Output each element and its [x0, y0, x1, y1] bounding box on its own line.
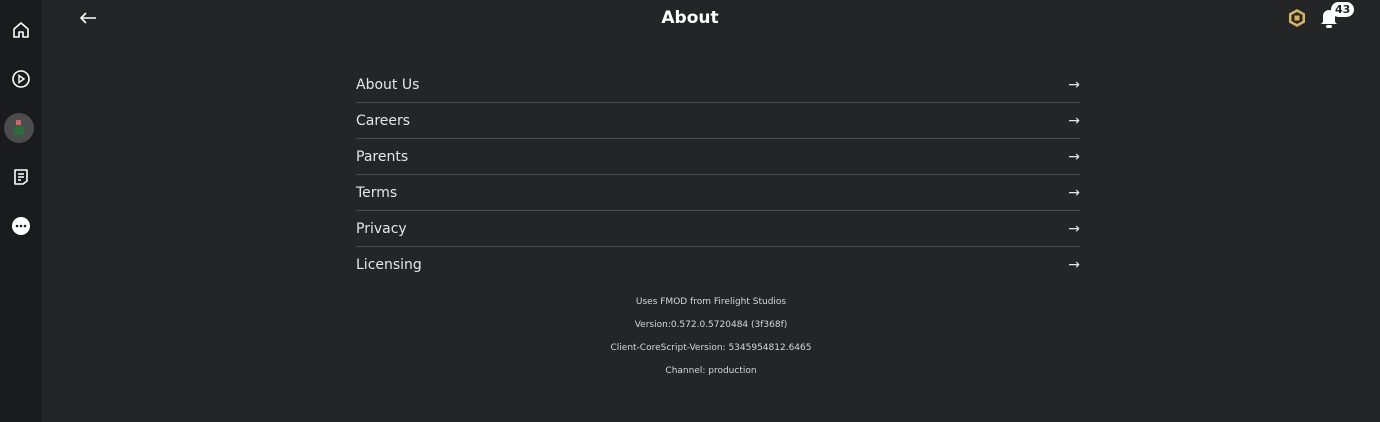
page-title: About [661, 8, 719, 28]
robux-icon[interactable] [1287, 8, 1307, 32]
menu-item-about-us[interactable]: About Us → [356, 67, 1080, 103]
menu-item-label: Terms [356, 184, 398, 201]
avatar[interactable] [4, 113, 34, 143]
fmod-credit: Uses FMOD from Firelight Studios [635, 297, 787, 307]
arrow-right-icon: → [1068, 148, 1080, 165]
version-text: Version:0.572.0.5720484 (3f368f) [634, 320, 788, 330]
more-icon[interactable] [4, 209, 38, 243]
about-menu: About Us → Careers → Parents → Terms → Priva… [356, 67, 1080, 283]
corescript-version-text: Client-CoreScript-Version: 5345954812.64… [610, 343, 812, 353]
play-icon[interactable] [4, 62, 38, 96]
arrow-right-icon: → [1068, 220, 1080, 237]
arrow-right-icon: → [1068, 257, 1080, 273]
menu-item-label: Privacy [356, 220, 407, 237]
menu-item-label: Licensing [356, 257, 422, 273]
channel-text: Channel: production [665, 366, 757, 376]
arrow-right-icon: → [1068, 112, 1080, 129]
version-info: Uses FMOD from Firelight Studios Version… [0, 297, 1380, 389]
menu-item-label: About Us [356, 76, 420, 93]
menu-item-careers[interactable]: Careers → [356, 103, 1080, 139]
menu-item-licensing[interactable]: Licensing → [356, 247, 1080, 283]
menu-item-label: Parents [356, 148, 409, 165]
menu-item-label: Careers [356, 112, 411, 129]
arrow-right-icon: → [1068, 76, 1080, 93]
arrow-right-icon: → [1068, 184, 1080, 201]
menu-item-privacy[interactable]: Privacy → [356, 211, 1080, 247]
menu-item-terms[interactable]: Terms → [356, 175, 1080, 211]
notification-count-badge: 43 [1331, 2, 1355, 17]
chat-icon[interactable] [4, 160, 38, 194]
menu-item-parents[interactable]: Parents → [356, 139, 1080, 175]
